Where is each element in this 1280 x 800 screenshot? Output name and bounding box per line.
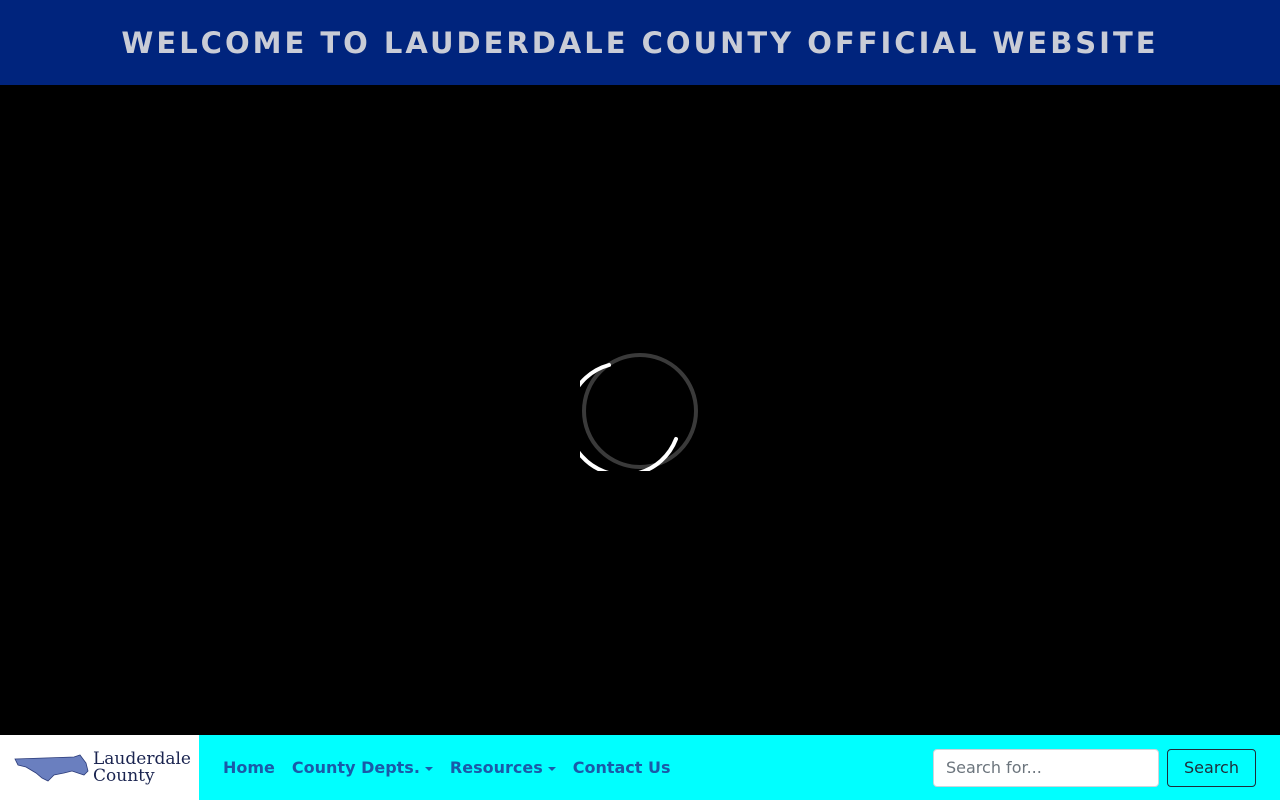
nav-links: Home County Depts. Resources Contact Us — [223, 758, 688, 777]
caret-down-icon — [424, 767, 433, 771]
main-navbar: Lauderdale County Home County Depts. Res… — [0, 735, 1280, 800]
search-button[interactable]: Search — [1167, 748, 1256, 787]
logo-line-2: County — [93, 765, 155, 786]
nav-home-link[interactable]: Home — [223, 758, 275, 777]
nav-county-depts-label: County Depts. — [291, 758, 420, 777]
site-logo[interactable]: Lauderdale County — [0, 735, 199, 800]
nav-resources-dropdown[interactable]: Resources — [450, 758, 556, 777]
loading-spinner-icon — [580, 353, 698, 471]
search-form: Search — [933, 748, 1256, 787]
search-input[interactable] — [933, 748, 1159, 787]
logo-line-1: Lauderdale — [93, 748, 191, 769]
county-map-icon — [14, 754, 89, 781]
nav-resources-label: Resources — [449, 758, 543, 777]
nav-county-depts-dropdown[interactable]: County Depts. — [292, 758, 433, 777]
video-player[interactable] — [0, 85, 1280, 735]
site-banner: WELCOME TO LAUDERDALE COUNTY OFFICIAL WE… — [0, 0, 1280, 85]
logo-text: Lauderdale County — [93, 748, 191, 786]
banner-title: WELCOME TO LAUDERDALE COUNTY OFFICIAL WE… — [121, 25, 1159, 60]
nav-contact-label: Contact Us — [572, 758, 671, 777]
caret-down-icon — [547, 767, 556, 771]
nav-contact-link[interactable]: Contact Us — [573, 758, 671, 777]
nav-home-label: Home — [223, 758, 275, 777]
